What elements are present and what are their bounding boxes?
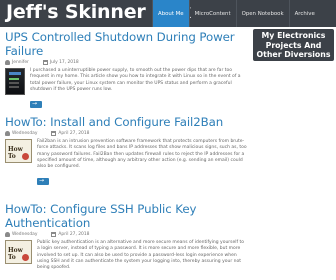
post-date: April 27, 2018 — [58, 131, 90, 136]
thumbnail-label: How To — [8, 146, 23, 160]
author-icon — [5, 131, 10, 136]
post-title[interactable]: HowTo: Install and Configure Fail2Ban — [5, 115, 248, 129]
calendar-icon — [42, 60, 48, 65]
post-excerpt: Public key authentication is an alternat… — [37, 240, 245, 271]
post-excerpt: Fail2ban is an intrusion prevention soft… — [37, 139, 247, 170]
post-date: April 27, 2018 — [58, 232, 90, 237]
sidebar: My Electronics Projects And Other Divers… — [251, 27, 336, 280]
author-icon — [5, 60, 10, 65]
post-author[interactable]: Jennifer — [12, 60, 29, 65]
site-header: Jeff's Skinner Box About Me MicroContent… — [0, 0, 336, 27]
post-item: HowTo: Install and Configure Fail2Ban We… — [5, 115, 248, 189]
nav-item-about-me[interactable]: About Me — [152, 0, 189, 27]
calendar-icon — [51, 232, 57, 237]
post-author[interactable]: Wednesday — [12, 131, 37, 136]
post-date: July 17, 2018 — [49, 60, 79, 65]
calendar-icon — [51, 131, 57, 136]
thumbnail-label: How To — [8, 247, 23, 261]
post-author[interactable]: Wednesday — [12, 232, 37, 237]
widget-title: My Electronics Projects And Other Divers… — [256, 31, 331, 59]
post-meta: Jennifer July 17, 2018 — [5, 60, 248, 65]
nav-item-archive[interactable]: Archive — [288, 0, 320, 27]
sidebar-widget: My Electronics Projects And Other Divers… — [253, 29, 334, 61]
post-item: UPS Controlled Shutdown During Power Fai… — [5, 30, 248, 112]
post-meta: Wednesday April 27, 2018 — [5, 232, 248, 237]
howto-thumbnail[interactable]: How To — [5, 240, 32, 264]
post-title[interactable]: UPS Controlled Shutdown During Power Fai… — [5, 30, 248, 58]
post-list: UPS Controlled Shutdown During Power Fai… — [0, 27, 250, 280]
post-thumbnail[interactable] — [5, 68, 25, 95]
read-more-button[interactable] — [37, 177, 49, 186]
howto-thumbnail[interactable]: How To — [5, 139, 32, 163]
author-icon — [5, 232, 10, 237]
post-excerpt: I purchased a uninterruptible power supp… — [30, 68, 241, 92]
read-more-button[interactable] — [30, 100, 42, 109]
nav-item-open-notebook[interactable]: Open Notebook — [235, 0, 289, 27]
post-item: HowTo: Configure SSH Public Key Authenti… — [5, 202, 248, 271]
post-meta: Wednesday April 27, 2018 — [5, 131, 248, 136]
post-title[interactable]: HowTo: Configure SSH Public Key Authenti… — [5, 202, 248, 230]
nav-item-microcontent[interactable]: MicroContent — [188, 0, 236, 27]
main-nav: About Me MicroContent Open Notebook Arch… — [152, 0, 320, 27]
